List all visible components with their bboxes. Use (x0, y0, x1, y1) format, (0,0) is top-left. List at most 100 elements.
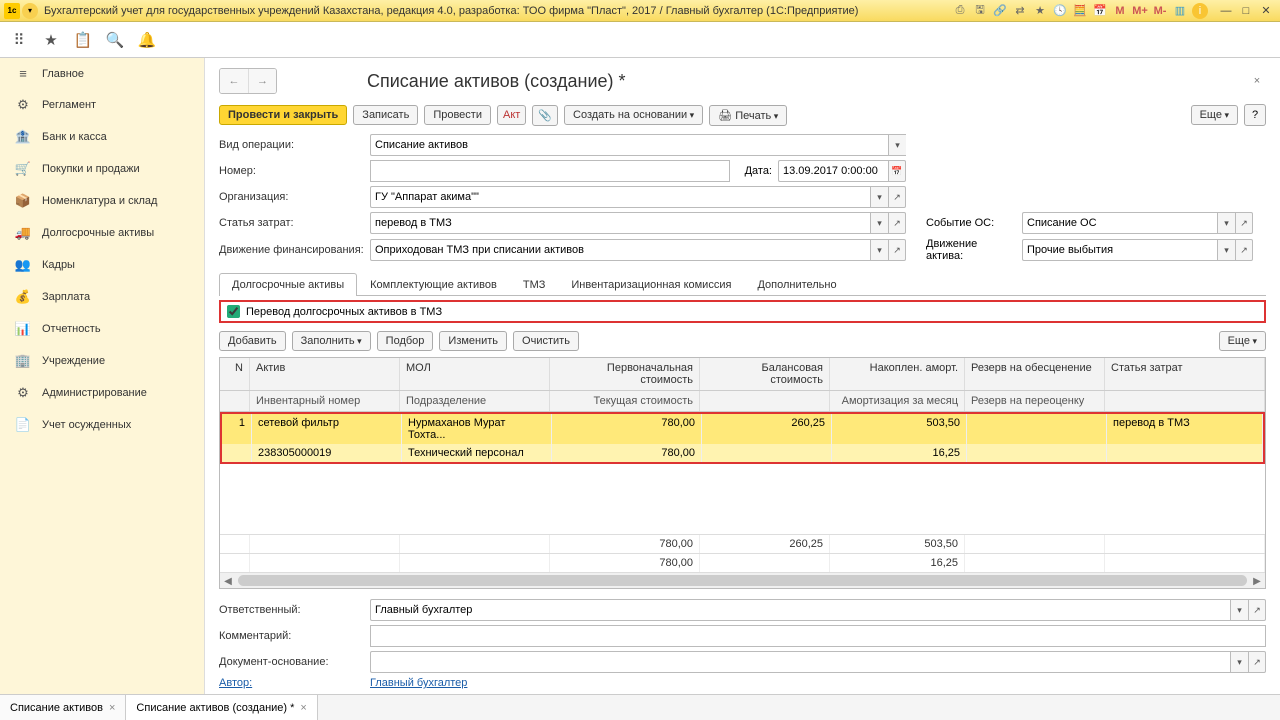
col-aktiv[interactable]: Актив (250, 358, 400, 390)
dropdown-icon[interactable]: ▾ (870, 212, 888, 234)
input-resp[interactable]: Главный бухгалтер (370, 599, 1230, 621)
col-statya[interactable]: Статья затрат (1105, 358, 1265, 390)
sidebar-item-reports[interactable]: 📊Отчетность (0, 313, 204, 345)
more-button[interactable]: Еще (1191, 105, 1238, 125)
panels-icon[interactable]: ▥ (1172, 3, 1188, 19)
post-and-close-button[interactable]: Провести и закрыть (219, 105, 347, 125)
col-tek[interactable]: Текущая стоимость (550, 391, 700, 411)
footer-tab-2[interactable]: Списание активов (создание) * × (126, 695, 317, 720)
dt-kt-button[interactable]: Aкт (497, 105, 526, 125)
horizontal-scrollbar[interactable]: ◀ ▶ (220, 572, 1265, 588)
checkbox-input[interactable] (227, 305, 240, 318)
open-icon[interactable]: ↗ (888, 239, 906, 261)
sidebar-item-org[interactable]: 🏢Учреждение (0, 345, 204, 377)
tab-tmz[interactable]: ТМЗ (510, 273, 559, 296)
forward-button[interactable]: → (248, 69, 276, 93)
favorite-icon[interactable]: ★ (1032, 3, 1048, 19)
tab-additional[interactable]: Дополнительно (744, 273, 849, 296)
col-bal[interactable]: Балансовая стоимость (700, 358, 830, 390)
scroll-thumb[interactable] (238, 575, 1247, 586)
page-close-button[interactable]: × (1248, 72, 1266, 90)
history-icon[interactable]: 🕓 (1052, 3, 1068, 19)
input-docbase[interactable] (370, 651, 1230, 673)
tab-assets[interactable]: Долгосрочные активы (219, 273, 357, 296)
col-podr[interactable]: Подразделение (400, 391, 550, 411)
create-based-button[interactable]: Создать на основании (564, 105, 703, 125)
input-dvizh-akt[interactable]: Прочие выбытия (1022, 239, 1217, 261)
app-menu-dropdown[interactable]: ▾ (22, 3, 38, 19)
print-button[interactable]: 🖨 Печать (709, 105, 787, 126)
memory-m[interactable]: M (1112, 3, 1128, 19)
star-icon[interactable]: ★ (42, 31, 60, 49)
close-button[interactable]: ✕ (1256, 3, 1276, 19)
sidebar-item-stock[interactable]: 📦Номенклатура и склад (0, 185, 204, 217)
link-icon[interactable]: 🔗 (992, 3, 1008, 19)
label-author[interactable]: Автор: (219, 677, 364, 689)
dropdown-icon[interactable]: ▾ (870, 186, 888, 208)
dropdown-icon[interactable]: ▾ (888, 134, 906, 156)
calendar-icon[interactable]: 📅 (888, 160, 906, 182)
sidebar-item-main[interactable]: ≡Главное (0, 58, 204, 89)
open-icon[interactable]: ↗ (1248, 651, 1266, 673)
attach-button[interactable]: 📎 (532, 105, 558, 126)
save-button[interactable]: Записать (353, 105, 418, 125)
table-more-button[interactable]: Еще (1219, 331, 1266, 351)
calendar-icon[interactable]: 📅 (1092, 3, 1108, 19)
open-icon[interactable]: ↗ (1235, 239, 1253, 261)
sidebar-item-reglament[interactable]: ⚙Регламент (0, 89, 204, 121)
sidebar-item-assets[interactable]: 🚚Долгосрочные активы (0, 217, 204, 249)
input-comment[interactable] (370, 625, 1266, 647)
col-rez2[interactable]: Резерв на переоценку (965, 391, 1105, 411)
info-icon[interactable]: i (1192, 3, 1208, 19)
table-row[interactable]: 1 сетевой фильтр Нурмаханов Мурат Тохта.… (222, 414, 1263, 444)
post-button[interactable]: Провести (424, 105, 491, 125)
close-icon[interactable]: × (109, 702, 115, 714)
scroll-left-icon[interactable]: ◀ (220, 573, 236, 589)
clipboard-icon[interactable]: 📋 (74, 31, 92, 49)
memory-mplus[interactable]: M+ (1132, 3, 1148, 19)
print-icon[interactable]: ⎙ (952, 3, 968, 19)
maximize-button[interactable]: □ (1236, 3, 1256, 19)
compare-icon[interactable]: ⇄ (1012, 3, 1028, 19)
tab-commission[interactable]: Инвентаризационная комиссия (558, 273, 744, 296)
open-icon[interactable]: ↗ (1235, 212, 1253, 234)
pick-button[interactable]: Подбор (377, 331, 434, 351)
input-statya[interactable]: перевод в ТМЗ (370, 212, 870, 234)
col-n[interactable]: N (220, 358, 250, 390)
dropdown-icon[interactable]: ▾ (870, 239, 888, 261)
clear-button[interactable]: Очистить (513, 331, 579, 351)
apps-icon[interactable]: ⠿ (10, 31, 28, 49)
sidebar-item-admin[interactable]: ⚙Администрирование (0, 377, 204, 409)
col-amort-m[interactable]: Амортизация за месяц (830, 391, 965, 411)
help-button[interactable]: ? (1244, 104, 1266, 126)
sidebar-item-bank[interactable]: 🏦Банк и касса (0, 121, 204, 153)
sidebar-item-prisoners[interactable]: 📄Учет осужденных (0, 409, 204, 441)
sidebar-item-trade[interactable]: 🛒Покупки и продажи (0, 153, 204, 185)
edit-button[interactable]: Изменить (439, 331, 507, 351)
back-button[interactable]: ← (220, 69, 248, 93)
save-icon[interactable]: 🖫 (972, 3, 988, 19)
tab-components[interactable]: Комплектующие активов (357, 273, 510, 296)
sidebar-item-salary[interactable]: 💰Зарплата (0, 281, 204, 313)
col-inv[interactable]: Инвентарный номер (250, 391, 400, 411)
input-vid-op[interactable]: Списание активов (370, 134, 888, 156)
open-icon[interactable]: ↗ (888, 212, 906, 234)
input-org[interactable]: ГУ "Аппарат акима"" (370, 186, 870, 208)
col-rez1[interactable]: Резерв на обесценение (965, 358, 1105, 390)
col-mol[interactable]: МОЛ (400, 358, 550, 390)
input-dvizh-fin[interactable]: Оприходован ТМЗ при списании активов (370, 239, 870, 261)
dropdown-icon[interactable]: ▾ (1230, 599, 1248, 621)
add-button[interactable]: Добавить (219, 331, 286, 351)
fill-button[interactable]: Заполнить (292, 331, 371, 351)
table-row[interactable]: 238305000019 Технический персонал 780,00… (222, 444, 1263, 462)
dropdown-icon[interactable]: ▾ (1217, 239, 1235, 261)
search-icon[interactable]: 🔍 (106, 31, 124, 49)
dropdown-icon[interactable]: ▾ (1230, 651, 1248, 673)
col-amort[interactable]: Накоплен. аморт. (830, 358, 965, 390)
dropdown-icon[interactable]: ▾ (1217, 212, 1235, 234)
col-perv[interactable]: Первоначальная стоимость (550, 358, 700, 390)
memory-mminus[interactable]: M- (1152, 3, 1168, 19)
author-link[interactable]: Главный бухгалтер (370, 677, 467, 689)
input-nomer[interactable] (370, 160, 730, 182)
open-icon[interactable]: ↗ (888, 186, 906, 208)
